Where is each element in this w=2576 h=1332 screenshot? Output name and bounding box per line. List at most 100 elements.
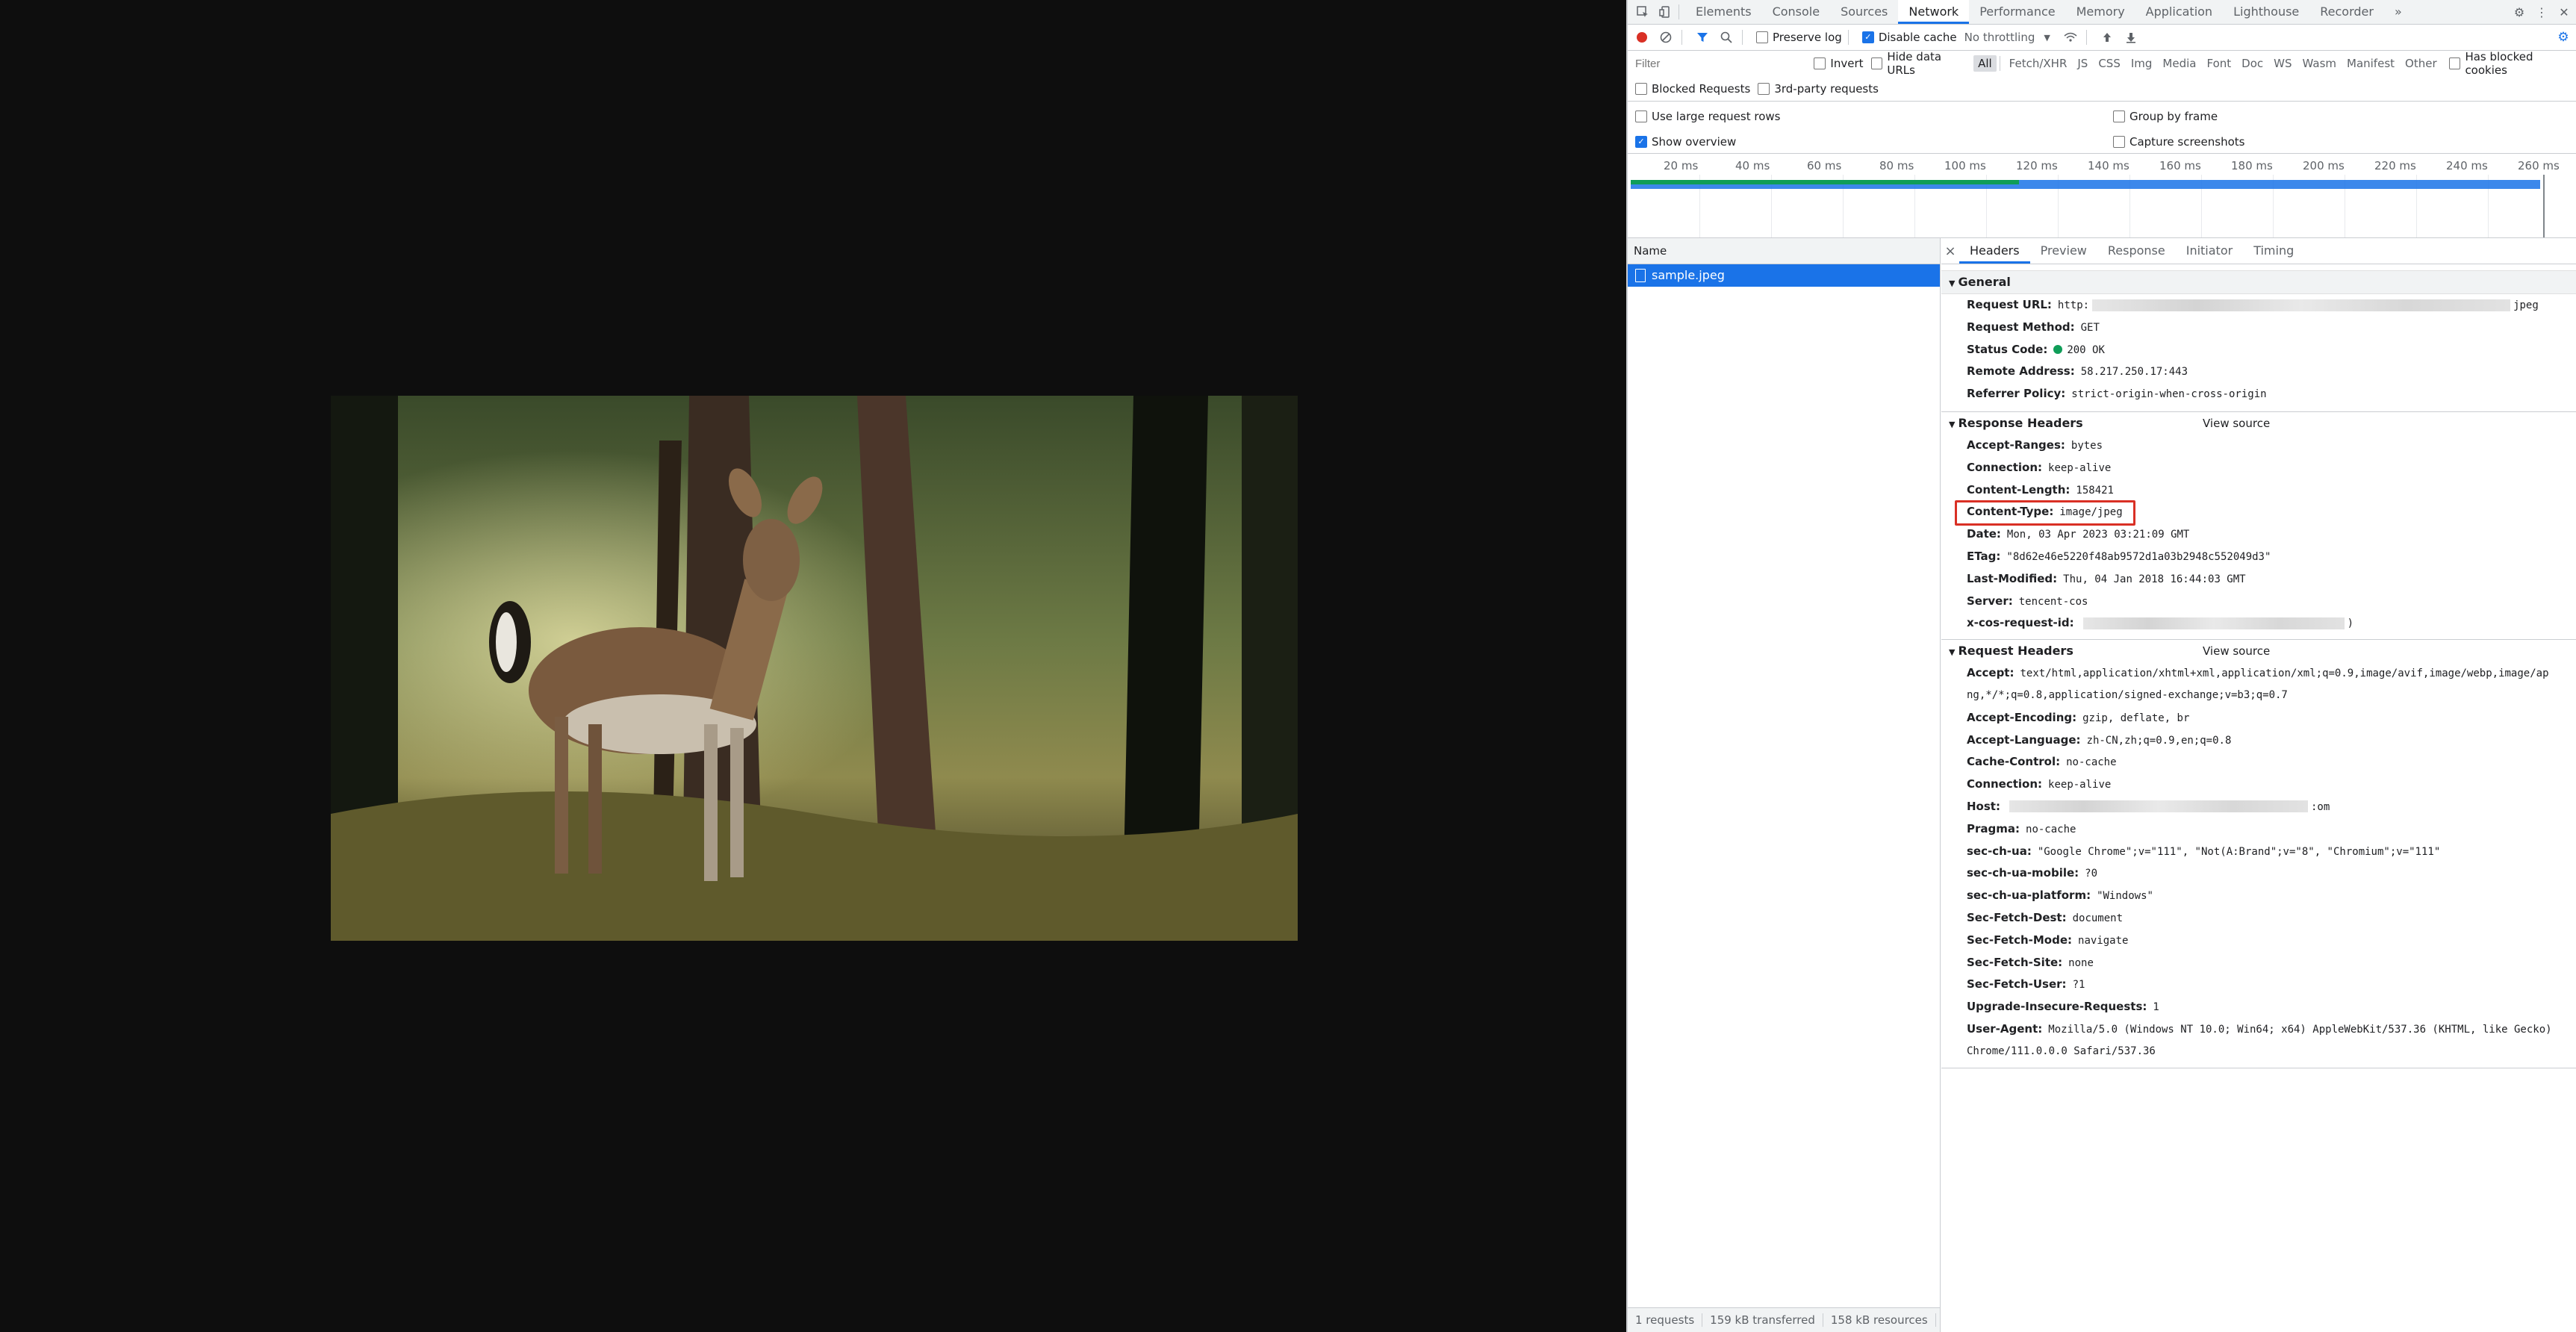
tab-memory[interactable]: Memory: [2066, 0, 2135, 24]
type-filter-font[interactable]: Font: [2202, 55, 2236, 72]
type-filter-ws[interactable]: WS: [2269, 55, 2296, 72]
tab-network[interactable]: Network: [1898, 0, 1970, 24]
export-har-icon[interactable]: [2121, 28, 2141, 47]
network-settings-gear-icon[interactable]: ⚙: [2554, 28, 2573, 47]
file-icon: [1635, 269, 1646, 282]
type-filter-img[interactable]: Img: [2127, 55, 2157, 72]
request-row-selected[interactable]: sample.jpeg: [1628, 264, 1940, 287]
close-details-icon[interactable]: ×: [1941, 243, 1959, 259]
network-status-bar: 1 requests 159 kB transferred 158 kB res…: [1628, 1307, 1940, 1332]
header-row: sec-ch-ua-mobile: ?0: [1941, 862, 2576, 885]
tab-initiator[interactable]: Initiator: [2176, 238, 2243, 264]
checkbox-box[interactable]: [1635, 111, 1647, 122]
header-key: Accept:: [1967, 666, 2015, 680]
type-filter-other[interactable]: Other: [2401, 55, 2442, 72]
hide-data-urls-checkbox[interactable]: Hide data URLs: [1870, 50, 1973, 77]
redacted-host: [2009, 800, 2308, 813]
search-icon[interactable]: [1717, 28, 1736, 47]
preserve-log-checkbox[interactable]: Preserve log: [1756, 31, 1842, 44]
timeline-tick: 240 ms: [2446, 159, 2488, 172]
redacted-url: [2092, 299, 2511, 311]
name-column-header[interactable]: Name: [1628, 238, 1940, 264]
tab-lighthouse[interactable]: Lighthouse: [2223, 0, 2309, 24]
tab-response[interactable]: Response: [2097, 238, 2176, 264]
network-conditions-icon[interactable]: [2061, 28, 2080, 47]
blocked-requests-checkbox[interactable]: Blocked Requests: [1635, 82, 1750, 96]
close-devtools-icon[interactable]: ✕: [2557, 4, 2572, 19]
invert-checkbox[interactable]: Invert: [1814, 57, 1864, 70]
deer-photo: [331, 396, 1298, 941]
header-value: no-cache: [2026, 823, 2076, 835]
checkbox-box[interactable]: [2113, 111, 2125, 122]
more-tabs-button[interactable]: »: [2384, 0, 2412, 24]
clear-icon[interactable]: [1656, 28, 1676, 47]
header-value: keep-alive: [2048, 779, 2112, 791]
checkbox-checked-icon[interactable]: ✓: [1635, 136, 1647, 148]
header-value-continued: ng,*/*;q=0.8,application/signed-exchange…: [1967, 688, 2288, 701]
tab-sources[interactable]: Sources: [1830, 0, 1898, 24]
type-filter-js[interactable]: JS: [2073, 55, 2092, 72]
type-filter-doc[interactable]: Doc: [2237, 55, 2268, 72]
general-section-header[interactable]: ▼ General: [1941, 270, 2576, 294]
type-filter-fetch-xhr[interactable]: Fetch/XHR: [2005, 55, 2072, 72]
response-headers-section-header[interactable]: ▼ Response Headers View source: [1941, 411, 2576, 435]
checkbox-box[interactable]: [2113, 136, 2125, 148]
checkbox-checked-icon[interactable]: ✓: [1861, 31, 1874, 43]
filter-funnel-icon[interactable]: [1693, 28, 1712, 47]
capture-screenshots-checkbox[interactable]: Capture screenshots: [2113, 135, 2244, 149]
tab-headers[interactable]: Headers: [1959, 238, 2030, 264]
tab-elements[interactable]: Elements: [1685, 0, 1762, 24]
large-request-rows-checkbox[interactable]: Use large request rows: [1635, 110, 2106, 123]
checkbox-box[interactable]: [1870, 57, 1883, 69]
tab-recorder[interactable]: Recorder: [2309, 0, 2384, 24]
throttling-select[interactable]: No throttling ▼: [1964, 31, 2050, 44]
device-toolbar-icon[interactable]: [1658, 4, 1673, 19]
checkbox-box[interactable]: [1814, 57, 1826, 69]
header-value: 158421: [2076, 484, 2114, 497]
network-overview-timeline[interactable]: 20 ms 40 ms 60 ms 80 ms 100 ms 120 ms 14…: [1628, 155, 2576, 238]
header-value: tencent-cos: [2018, 595, 2088, 608]
kebab-menu-icon[interactable]: ⋮: [2534, 4, 2549, 19]
disable-cache-checkbox[interactable]: ✓ Disable cache: [1861, 31, 1957, 44]
tab-console[interactable]: Console: [1762, 0, 1831, 24]
request-headers-section-header[interactable]: ▼ Request Headers View source: [1941, 639, 2576, 662]
tab-performance[interactable]: Performance: [1969, 0, 2065, 24]
header-key: Connection:: [1967, 460, 2043, 474]
filter-input[interactable]: [1634, 54, 1807, 73]
checkbox-box[interactable]: [1758, 83, 1770, 95]
inspect-element-icon[interactable]: [1635, 4, 1650, 19]
tab-application[interactable]: Application: [2135, 0, 2223, 24]
view-source-link[interactable]: View source: [2203, 640, 2270, 662]
tab-timing[interactable]: Timing: [2243, 238, 2304, 264]
header-row: Accept-Encoding: gzip, deflate, br: [1941, 707, 2576, 729]
checkbox-box[interactable]: [1756, 31, 1768, 43]
type-filter-manifest[interactable]: Manifest: [2342, 55, 2399, 72]
header-key: Accept-Language:: [1967, 732, 2081, 747]
settings-gear-icon[interactable]: ⚙: [2512, 4, 2527, 19]
third-party-requests-checkbox[interactable]: 3rd-party requests: [1758, 82, 1879, 96]
type-filter-media[interactable]: Media: [2158, 55, 2200, 72]
record-icon[interactable]: [1632, 28, 1652, 47]
header-value: none: [2068, 956, 2094, 969]
header-row: Request Method: GET: [1941, 317, 2576, 339]
tab-preview[interactable]: Preview: [2030, 238, 2097, 264]
header-key: Status Code:: [1967, 342, 2048, 356]
response-headers-title: Response Headers: [1958, 415, 2083, 430]
type-filter-css[interactable]: CSS: [2094, 55, 2125, 72]
header-value: Mon, 03 Apr 2023 03:21:09 GMT: [2006, 529, 2190, 541]
import-har-icon[interactable]: [2097, 28, 2117, 47]
type-filter-all[interactable]: All: [1973, 55, 1997, 72]
header-value: 200 OK: [2067, 343, 2105, 356]
view-source-link[interactable]: View source: [2203, 412, 2270, 435]
checkbox-box[interactable]: [1635, 83, 1647, 95]
header-key: x-cos-request-id:: [1967, 616, 2074, 630]
header-value: ): [2347, 617, 2354, 630]
type-filter-wasm[interactable]: Wasm: [2298, 55, 2342, 72]
group-by-frame-checkbox[interactable]: Group by frame: [2113, 110, 2218, 123]
transferred-size: 159 kB transferred: [1702, 1313, 1823, 1327]
header-row: Pragma: no-cache: [1941, 818, 2576, 841]
has-blocked-cookies-checkbox[interactable]: Has blocked cookies: [2448, 50, 2576, 77]
show-overview-checkbox[interactable]: ✓ Show overview: [1635, 135, 2106, 149]
checkbox-box[interactable]: [2448, 57, 2461, 69]
header-row: Accept-Language: zh-CN,zh;q=0.9,en;q=0.8: [1941, 729, 2576, 752]
